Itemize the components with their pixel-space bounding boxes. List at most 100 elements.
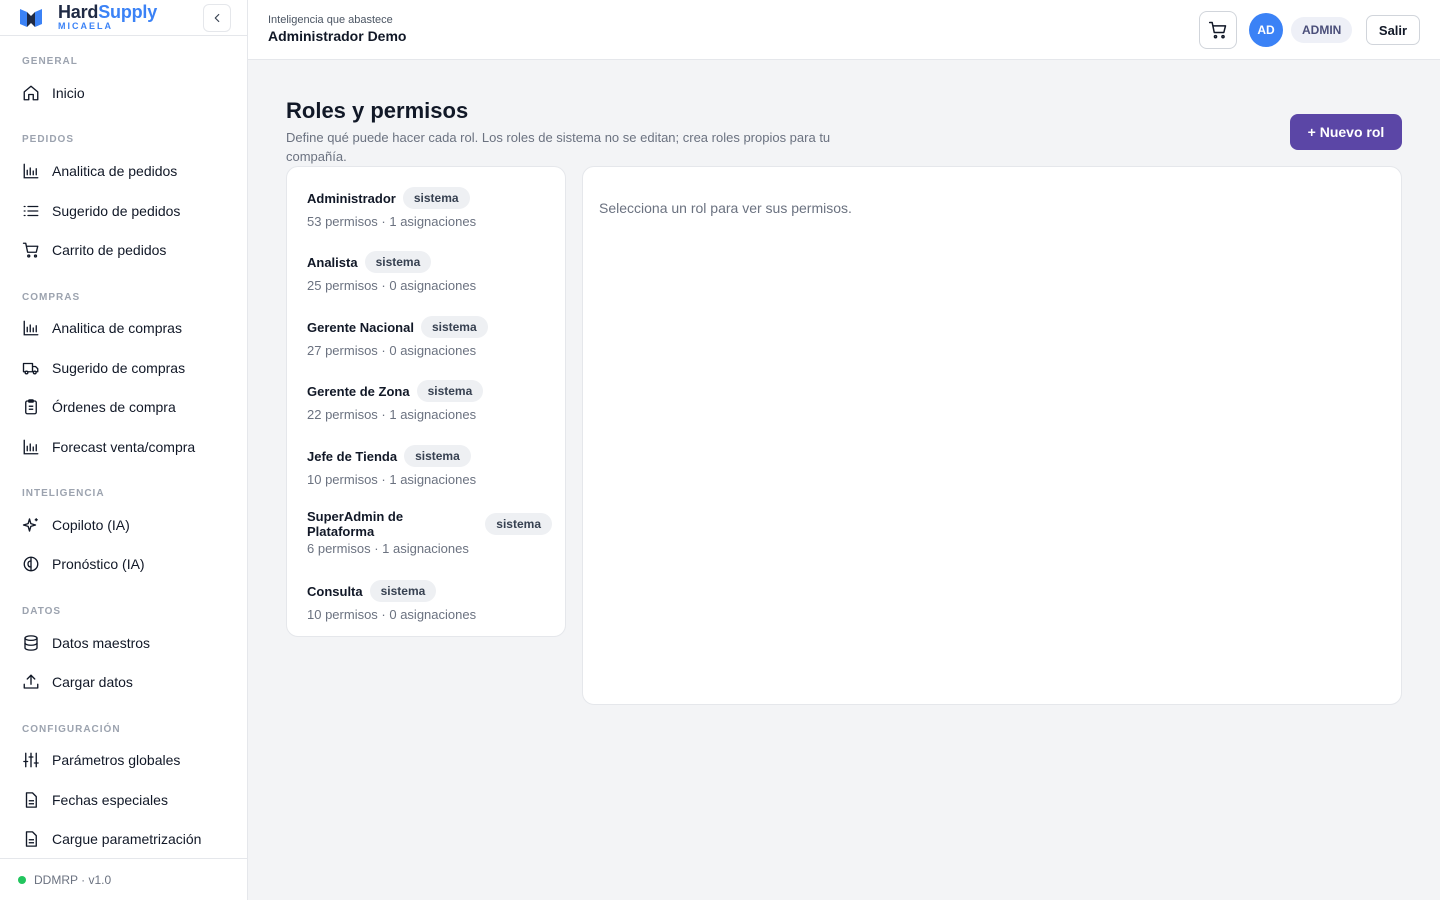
sparkles-icon	[22, 518, 38, 532]
sidebar-item-label: Sugerido de pedidos	[52, 203, 181, 219]
collapse-sidebar-button[interactable]	[203, 4, 231, 32]
role-item-jefe-tienda[interactable]: Jefe de Tienda sistema 10 permisos · 1 as…	[307, 445, 552, 487]
role-tag: sistema	[416, 380, 484, 402]
role-item-consulta[interactable]: Consulta sistema 10 permisos · 0 asignaci…	[307, 580, 552, 622]
brand-header: HardSupply MICAELA	[0, 0, 247, 36]
sidebar-item-cargar-datos[interactable]: Cargar datos	[22, 670, 232, 694]
sidebar: HardSupply MICAELA GENERAL Inicio PEDIDO…	[0, 0, 248, 900]
sidebar-item-analitica-compras[interactable]: Analitica de compras	[22, 316, 232, 340]
role-tag: sistema	[364, 251, 432, 273]
sidebar-item-label: Pronóstico (IA)	[52, 556, 145, 572]
sidebar-item-sugerido-compras[interactable]: Sugerido de compras	[22, 356, 232, 380]
sidebar-item-label: Analitica de pedidos	[52, 163, 178, 179]
sidebar-item-cargue-parametrizacion[interactable]: Cargue parametrización	[22, 827, 232, 851]
sidebar-item-parametros-globales[interactable]: Parámetros globales	[22, 748, 232, 772]
sidebar-item-label: Parámetros globales	[52, 752, 181, 768]
sidebar-item-label: Cargue parametrización	[52, 831, 202, 847]
sidebar-item-pronostico[interactable]: Pronóstico (IA)	[22, 552, 232, 576]
role-meta: 22 permisos · 1 asignaciones	[307, 407, 477, 422]
role-name: Gerente Nacional	[307, 319, 414, 335]
sidebar-item-label: Sugerido de compras	[52, 360, 186, 376]
bar-chart-icon	[23, 320, 39, 336]
page-title: Roles y permisos	[286, 98, 469, 123]
section-label-general: GENERAL	[22, 56, 78, 67]
top-header: Inteligencia que abastece Administrador …	[248, 0, 1440, 60]
bar-chart-icon	[23, 439, 39, 455]
role-item-gerente-nacional[interactable]: Gerente Nacional sistema 27 permisos · 0 …	[307, 316, 552, 358]
logout-button[interactable]: Salir	[1366, 15, 1420, 45]
role-meta: 53 permisos · 1 asignaciones	[307, 214, 477, 229]
truck-icon	[22, 362, 39, 375]
brand-logo-icon	[20, 8, 42, 27]
section-label-inteligencia: INTELIGENCIA	[22, 488, 105, 499]
cart-icon	[22, 242, 39, 258]
role-tag: sistema	[485, 513, 552, 535]
role-tag: sistema	[420, 316, 488, 338]
role-tag: sistema	[404, 445, 471, 467]
role-item-superadmin[interactable]: SuperAdmin de Plataforma sistema 6 permis…	[307, 509, 552, 556]
role-item-gerente-zona[interactable]: Gerente de Zona sistema 22 permisos · 1 a…	[307, 380, 552, 422]
avatar[interactable]: AD	[1249, 13, 1283, 47]
role-item-administrador[interactable]: Administrador sistema 53 permisos · 1 asi…	[307, 187, 552, 229]
brand-subtitle: MICAELA	[58, 20, 113, 31]
sidebar-item-label: Datos maestros	[52, 635, 151, 651]
sidebar-item-label: Órdenes de compra	[52, 399, 176, 415]
role-detail-panel: Selecciona un rol para ver sus permisos.	[582, 166, 1402, 705]
list-icon	[23, 205, 39, 217]
sidebar-item-carrito-pedidos[interactable]: Carrito de pedidos	[22, 238, 232, 262]
sidebar-item-analitica-pedidos[interactable]: Analitica de pedidos	[22, 159, 232, 183]
sidebar-item-copiloto[interactable]: Copiloto (IA)	[22, 513, 232, 537]
user-role-badge: ADMIN	[1291, 17, 1353, 43]
home-icon	[23, 85, 39, 101]
role-item-analista[interactable]: Analista sistema 25 permisos · 0 asignaci…	[307, 251, 552, 293]
sidebar-item-datos-maestros[interactable]: Datos maestros	[22, 631, 232, 655]
page-description: Define qué puede hacer cada rol. Los rol…	[286, 130, 831, 164]
empty-state-text: Selecciona un rol para ver sus permisos.	[599, 200, 852, 216]
role-name: Gerente de Zona	[307, 383, 410, 399]
sidebar-item-label: Inicio	[52, 85, 85, 101]
status-dot-icon	[18, 875, 26, 884]
sidebar-item-label: Carrito de pedidos	[52, 242, 167, 258]
role-meta: 10 permisos · 1 asignaciones	[307, 472, 477, 487]
file-icon	[25, 792, 37, 808]
clipboard-icon	[25, 399, 37, 415]
sidebar-item-inicio[interactable]: Inicio	[22, 81, 232, 105]
database-icon	[24, 635, 38, 651]
brain-icon	[23, 556, 39, 572]
sidebar-item-label: Cargar datos	[52, 674, 133, 690]
roles-list: Administrador sistema 53 permisos · 1 asi…	[286, 166, 566, 637]
sliders-icon	[23, 752, 39, 768]
chevron-left-icon	[214, 13, 220, 23]
role-meta: 25 permisos · 0 asignaciones	[307, 278, 477, 293]
section-label-compras: COMPRAS	[22, 292, 81, 303]
sidebar-item-label: Analitica de compras	[52, 320, 182, 336]
sidebar-item-label: Forecast venta/compra	[52, 439, 196, 455]
sidebar-item-label: Fechas especiales	[52, 792, 168, 808]
role-tag: sistema	[369, 580, 437, 602]
role-name: Jefe de Tienda	[307, 448, 398, 464]
header-title: Administrador Demo	[268, 28, 407, 44]
version-label: DDMRP · v1.0	[34, 872, 112, 887]
role-name: SuperAdmin de Plataforma	[307, 509, 404, 539]
section-label-pedidos: PEDIDOS	[22, 134, 75, 145]
role-name: Consulta	[307, 583, 363, 599]
sidebar-item-fechas-especiales[interactable]: Fechas especiales	[22, 788, 232, 812]
role-tag: sistema	[402, 187, 470, 209]
upload-icon	[23, 674, 39, 689]
sidebar-item-label: Copiloto (IA)	[52, 517, 130, 533]
role-meta: 6 permisos · 1 asignaciones	[307, 541, 469, 556]
role-meta: 27 permisos · 0 asignaciones	[307, 343, 477, 358]
bar-chart-icon	[23, 163, 39, 179]
section-label-configuracion: CONFIGURACIÓN	[22, 724, 121, 735]
section-label-datos: DATOS	[22, 606, 62, 617]
role-meta: 10 permisos · 0 asignaciones	[307, 607, 477, 622]
sidebar-item-ordenes-compra[interactable]: Órdenes de compra	[22, 395, 232, 419]
new-role-button[interactable]: + Nuevo rol	[1290, 114, 1402, 150]
role-name: Analista	[307, 254, 358, 270]
role-name: Administrador	[307, 190, 396, 206]
header-subtitle: Inteligencia que abastece	[268, 14, 393, 26]
sidebar-item-sugerido-pedidos[interactable]: Sugerido de pedidos	[22, 199, 232, 223]
cart-button[interactable]	[1199, 11, 1237, 49]
sidebar-item-forecast[interactable]: Forecast venta/compra	[22, 435, 232, 459]
file-icon	[25, 831, 37, 847]
